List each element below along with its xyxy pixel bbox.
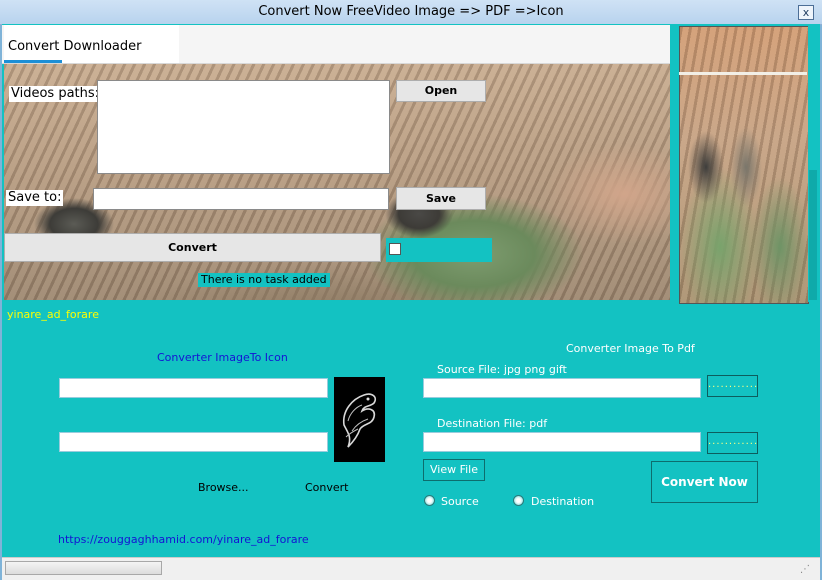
radio-destination[interactable] <box>513 495 524 506</box>
radio-source[interactable] <box>424 495 435 506</box>
resize-grip-icon[interactable]: ⋰ <box>800 563 814 577</box>
radio-source-label: Source <box>441 495 479 508</box>
side-scrollbar-thumb[interactable] <box>809 170 817 300</box>
task-checkbox[interactable] <box>389 243 401 255</box>
videos-paths-textarea[interactable] <box>97 80 390 174</box>
view-file-button[interactable]: View File <box>423 459 485 481</box>
source-file-label: Source File: jpg png gift <box>437 363 567 376</box>
window-title: Convert Now FreeVideo Image => PDF =>Ico… <box>258 4 564 19</box>
convert-now-button[interactable]: Convert Now <box>651 461 758 503</box>
videos-paths-label: Videos paths: <box>9 86 102 102</box>
horizontal-scrollbar-thumb[interactable] <box>5 561 162 575</box>
source-file-input[interactable] <box>423 378 701 398</box>
eagle-emblem-icon <box>334 377 385 462</box>
tab-label: Convert Downloader <box>8 39 142 54</box>
convert-icon-button[interactable]: Convert <box>305 481 349 494</box>
browse-button[interactable]: Browse... <box>198 481 249 494</box>
pdf-converter-title: Converter Image To Pdf <box>566 342 695 355</box>
side-photo-divider <box>679 72 807 75</box>
radio-destination-label: Destination <box>531 495 595 508</box>
destination-file-input[interactable] <box>423 432 701 452</box>
checkbox-panel <box>386 238 492 262</box>
save-to-label: Save to: <box>6 190 64 206</box>
side-photo <box>679 26 809 304</box>
icon-converter-title: Converter ImageTo Icon <box>157 351 288 364</box>
save-button[interactable]: Save <box>396 187 486 210</box>
icon-source-input[interactable] <box>59 378 328 398</box>
brand-label: yinare_ad_forare <box>7 308 99 321</box>
convert-video-button[interactable]: Convert <box>4 233 381 262</box>
icon-output-input[interactable] <box>59 432 328 452</box>
destination-browse-button[interactable]: ............ <box>707 432 758 454</box>
save-to-input[interactable] <box>93 188 389 210</box>
website-link[interactable]: https://zouggaghhamid.com/yinare_ad_fora… <box>58 533 309 546</box>
source-browse-button[interactable]: ............ <box>707 375 758 397</box>
tab-underline <box>4 60 62 63</box>
status-text: There is no task added <box>198 273 330 287</box>
close-button[interactable]: x <box>798 5 814 20</box>
open-button[interactable]: Open <box>396 80 486 102</box>
destination-file-label: Destination File: pdf <box>437 417 548 430</box>
